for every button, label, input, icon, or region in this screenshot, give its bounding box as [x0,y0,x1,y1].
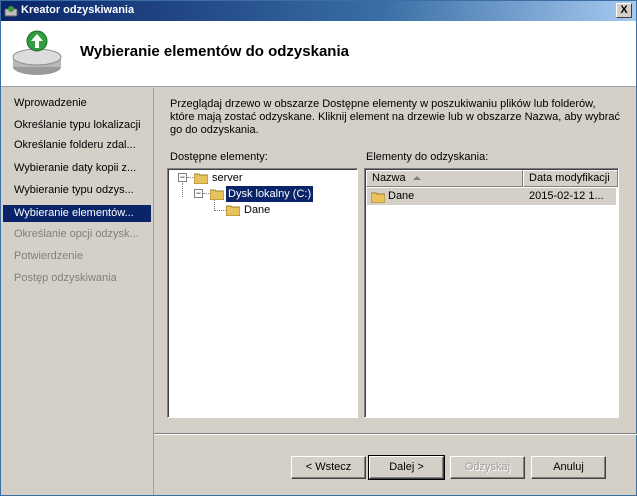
available-items-tree[interactable]: − server − Dysk lokalny (C:) Dane [167,168,358,418]
window-title: Kreator odzyskiwania [21,4,135,16]
divider [154,433,637,435]
folder-icon [226,205,240,216]
app-icon [4,6,18,17]
backup-restore-icon [12,30,62,75]
items-to-recover-label: Elementy do odzyskania: [366,151,489,163]
tree-node-server[interactable]: − server [174,170,354,186]
back-button[interactable]: < Wstecz [291,456,366,479]
tree-node-label[interactable]: server [210,170,245,186]
folder-icon [210,189,224,200]
collapse-icon[interactable]: − [194,189,203,198]
sort-ascending-icon [413,176,421,180]
close-button[interactable]: X [616,3,632,18]
tree-node-label[interactable]: Dane [242,202,272,218]
items-to-recover-list[interactable]: Nazwa Data modyfikacji Dane 2015-02-12 1… [364,168,619,418]
collapse-icon[interactable]: − [178,173,187,182]
folder-icon [371,192,385,203]
wizard-content: Przeglądaj drzewo w obszarze Dostępne el… [153,88,637,495]
tree-node-label[interactable]: Dysk lokalny (C:) [226,186,314,202]
table-row[interactable]: Dane 2015-02-12 1... [367,188,616,205]
column-header-name[interactable]: Nazwa [366,170,523,187]
folder-icon [194,173,208,184]
step-recovery-type: Wybieranie typu odzys... [14,184,134,196]
row-name: Dane [388,190,415,202]
instructions-text: Przeglądaj drzewo w obszarze Dostępne el… [170,98,620,136]
title-bar[interactable]: Kreator odzyskiwania X [1,1,636,21]
column-header-label: Data modyfikacji [529,172,610,184]
step-remote-folder: Określanie folderu zdal... [14,139,136,151]
tree-node-local-disk[interactable]: − Dysk lokalny (C:) [174,186,354,202]
next-button[interactable]: Dalej > [368,455,445,480]
step-backup-date: Wybieranie daty kopii z... [14,162,137,174]
step-recovery-options: Określanie opcji odzysk... [14,228,139,240]
step-confirmation: Potwierdzenie [14,250,84,262]
row-modified: 2015-02-12 1... [529,190,604,202]
available-items-label: Dostępne elementy: [170,151,268,163]
wizard-header: Wybieranie elementów do odzyskania [1,21,636,87]
cancel-button[interactable]: Anuluj [531,456,606,479]
step-progress: Postęp odzyskiwania [14,272,117,284]
page-title: Wybieranie elementów do odzyskania [80,43,349,60]
step-location-type: Określanie typu lokalizacji [14,119,141,131]
step-select-items: Wybieranie elementów... [3,205,151,222]
wizard-window: Kreator odzyskiwania X Wybieranie elemen… [0,0,637,496]
recover-button[interactable]: Odzyskaj [450,456,525,479]
column-header-modified[interactable]: Data modyfikacji [523,170,618,187]
wizard-steps: Wprowadzenie Określanie typu lokalizacji… [1,88,153,495]
step-introduction: Wprowadzenie [14,97,87,109]
tree-node-dane[interactable]: Dane [174,202,354,218]
column-header-label: Nazwa [372,172,406,184]
